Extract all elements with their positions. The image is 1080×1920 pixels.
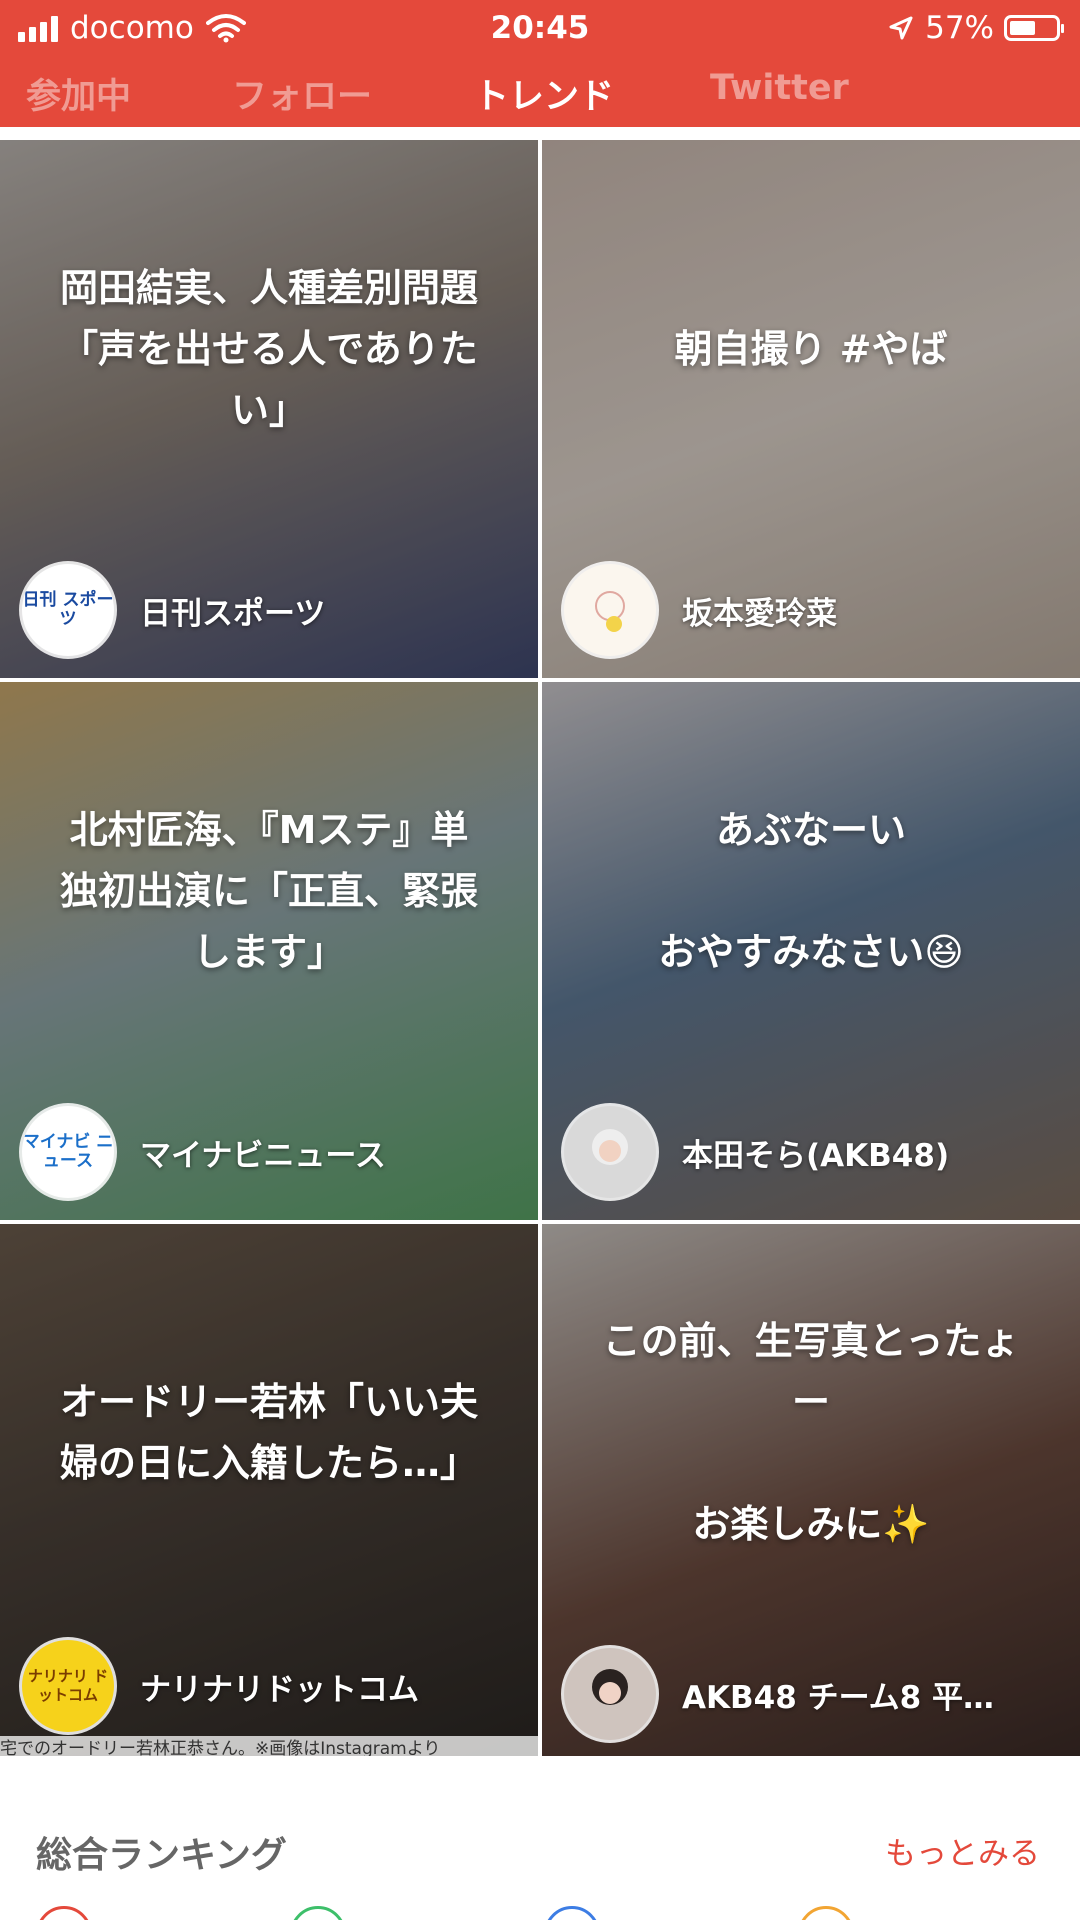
- card-title: 岡田結実、人種差別問題 「声を出せる人でありた い」: [59, 265, 478, 432]
- see-more-link[interactable]: もっとみる: [885, 1828, 1040, 1873]
- location-arrow-icon: [889, 16, 913, 40]
- status-bar: docomo 20:45 57%: [0, 0, 1080, 58]
- card-title: 朝自撮り #やば: [674, 326, 948, 371]
- source-name: AKB48 チーム8 平…: [682, 1679, 995, 1716]
- tab-bar: 参加中 フォロー トレンド Twitter: [0, 60, 1080, 126]
- source-name: ナリナリドットコム: [140, 1671, 419, 1708]
- ranking-item-green[interactable]: [290, 1906, 346, 1920]
- trend-card[interactable]: 北村匠海、『Mステ』単 独初出演に「正直、緊張 します」 マイナビ ニュース マ…: [0, 682, 538, 1220]
- card-source: ナリナリ ドットコム ナリナリドットコム: [22, 1640, 419, 1732]
- avatar-photo-icon: [592, 1669, 628, 1705]
- battery-icon: [1004, 15, 1064, 41]
- trend-grid: 岡田結実、人種差別問題 「声を出せる人でありた い」 日刊 スポーツ 日刊スポー…: [0, 140, 1080, 1762]
- avatar-illustration-icon: [595, 591, 625, 632]
- source-avatar: [564, 564, 656, 656]
- tab-trend[interactable]: トレンド: [474, 68, 614, 119]
- source-name: 坂本愛玲菜: [682, 595, 837, 632]
- source-avatar: [564, 1648, 656, 1740]
- ranking-title: 総合ランキング: [36, 1835, 287, 1876]
- battery-percent: 57%: [925, 10, 994, 46]
- tab-twitter[interactable]: Twitter: [710, 68, 849, 108]
- card-source: 坂本愛玲菜: [564, 564, 837, 656]
- source-avatar: マイナビ ニュース: [22, 1106, 114, 1198]
- tab-participating[interactable]: 参加中: [26, 68, 131, 119]
- card-title: この前、生写真とったょ ー お楽しみに✨: [602, 1319, 1020, 1546]
- card-title: 北村匠海、『Mステ』単 独初出演に「正直、緊張 します」: [59, 807, 478, 974]
- source-avatar: ナリナリ ドットコム: [22, 1640, 114, 1732]
- app-screen: docomo 20:45 57% 参加中 フォロー トレンド Twitter 岡…: [0, 0, 1080, 1920]
- source-avatar: [564, 1106, 656, 1198]
- source-name: 日刊スポーツ: [140, 595, 326, 632]
- ranking-item-orange[interactable]: [798, 1906, 854, 1920]
- avatar-logo-text: マイナビ ニュース: [22, 1132, 114, 1171]
- avatar-photo-icon: [592, 1129, 628, 1165]
- avatar-logo-text: ナリナリ ドットコム: [27, 1667, 109, 1704]
- tab-follow[interactable]: フォロー: [232, 68, 372, 119]
- card-source: 日刊 スポーツ 日刊スポーツ: [22, 564, 325, 656]
- ranking-section: 総合ランキング もっとみる: [0, 1756, 1080, 1920]
- trend-card[interactable]: あぶなーい おやすみなさい😆 本田そら(AKB48): [542, 682, 1080, 1220]
- source-avatar: 日刊 スポーツ: [22, 564, 114, 656]
- trend-card[interactable]: 朝自撮り #やば 坂本愛玲菜: [542, 140, 1080, 678]
- ranking-item-blue[interactable]: [544, 1906, 600, 1920]
- header: docomo 20:45 57% 参加中 フォロー トレンド Twitter: [0, 0, 1080, 127]
- trend-card[interactable]: 岡田結実、人種差別問題 「声を出せる人でありた い」 日刊 スポーツ 日刊スポー…: [0, 140, 538, 678]
- source-name: マイナビニュース: [140, 1137, 386, 1174]
- card-title: オードリー若林「いい夫 婦の日に入籍したら…」: [59, 1380, 478, 1485]
- avatar-logo-text: 日刊 スポーツ: [22, 590, 114, 629]
- ranking-item-red[interactable]: [36, 1906, 92, 1920]
- card-source: AKB48 チーム8 平…: [564, 1648, 994, 1740]
- card-source: 本田そら(AKB48): [564, 1106, 949, 1198]
- source-name: 本田そら(AKB48): [682, 1137, 950, 1174]
- card-source: マイナビ ニュース マイナビニュース: [22, 1106, 386, 1198]
- trend-card[interactable]: この前、生写真とったょ ー お楽しみに✨ AKB48 チーム8 平…: [542, 1224, 1080, 1762]
- trend-card[interactable]: オードリー若林「いい夫 婦の日に入籍したら…」 ナリナリ ドットコム ナリナリド…: [0, 1224, 538, 1762]
- card-title: あぶなーい おやすみなさい😆: [658, 807, 964, 974]
